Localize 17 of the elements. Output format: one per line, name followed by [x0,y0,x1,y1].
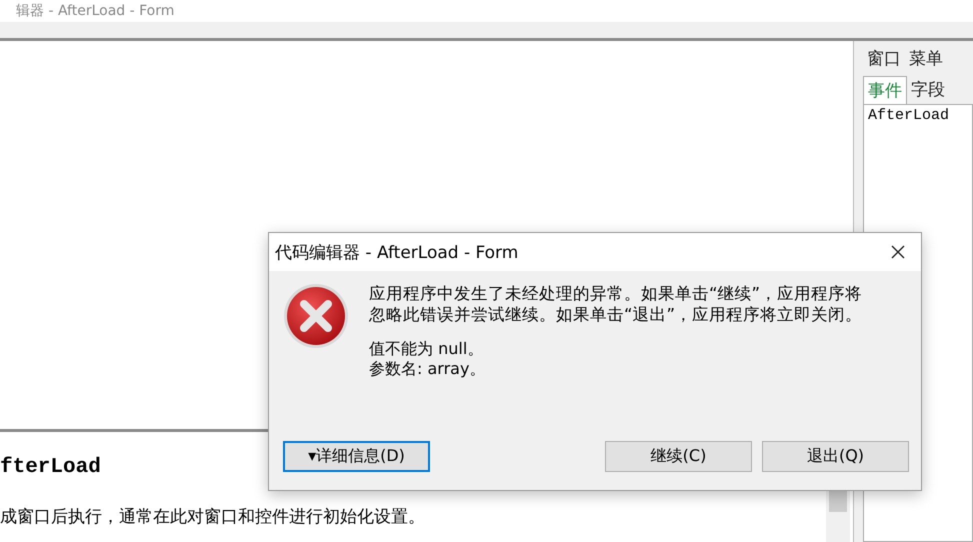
error-icon [281,283,351,349]
dialog-button[interactable]: 继续(C) [605,441,752,472]
error-message: 应用程序中发生了未经处理的异常。如果单击“继续”，应用程序将忽略此错误并尝试继续。如果单击“退出”，应用程序将立即关闭。 [369,283,864,325]
panel-tab[interactable]: 菜单 [905,45,947,72]
dialog-button[interactable]: ▾详细信息(D) [283,441,430,472]
close-icon [890,244,906,260]
dialog-title: 代码编辑器 - AfterLoad - Form [275,242,518,264]
panel-tab[interactable]: 窗口 [863,45,905,72]
doc-heading: fterLoad [0,456,101,479]
panel-tab[interactable]: 字段 [907,76,949,104]
error-detail: 参数名: array。 [369,359,486,379]
panel-tab[interactable]: 事件 [863,76,907,104]
doc-description: 成窗口后执行，通常在此对窗口和控件进行初始化设置。 [0,506,425,528]
error-detail: 值不能为 null。 [369,339,484,359]
window-title: 辑器 - AfterLoad - Form [15,3,174,19]
dialog-button[interactable]: 退出(Q) [762,441,909,472]
list-item[interactable]: AfterLoad [868,107,968,124]
